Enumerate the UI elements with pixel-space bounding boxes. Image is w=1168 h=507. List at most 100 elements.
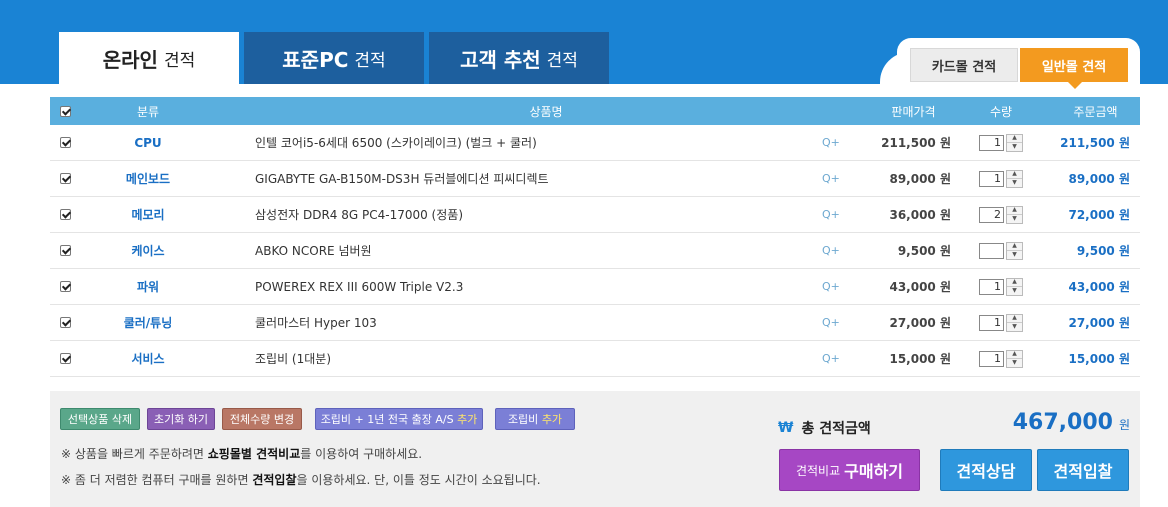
zoom-in-icon[interactable]: Q+ — [816, 136, 876, 149]
row-product-name[interactable]: GIGABYTE GA-B150M-DS3H 듀러블에디션 피씨디렉트 — [216, 170, 816, 187]
qty-up-icon[interactable]: ▲ — [1007, 243, 1022, 251]
row-total: 72,000 원 — [1068, 208, 1130, 222]
zoom-in-icon[interactable]: Q+ — [816, 316, 876, 329]
shopping-compare-link[interactable]: 쇼핑몰별 견적비교 — [208, 447, 301, 461]
qty-input[interactable] — [979, 242, 1004, 259]
qty-down-icon[interactable]: ▼ — [1007, 250, 1022, 259]
row-product-name[interactable]: 조립비 (1대분) — [216, 350, 816, 367]
estimate-bid-button[interactable]: 견적입찰 — [1037, 449, 1129, 491]
zoom-in-icon[interactable]: Q+ — [816, 280, 876, 293]
row-checkbox[interactable] — [59, 281, 71, 292]
row-category[interactable]: 파워 — [80, 278, 216, 295]
row-category[interactable]: 쿨러/튜닝 — [80, 314, 216, 331]
qty-spinner[interactable]: ▲ ▼ — [1006, 349, 1023, 368]
zoom-in-icon[interactable]: Q+ — [816, 208, 876, 221]
qty-down-icon[interactable]: ▼ — [1007, 286, 1022, 295]
total-unit: 원 — [1118, 418, 1130, 432]
tab-online-main: 온라인 — [102, 47, 158, 72]
row-product-name[interactable]: ABKO NCORE 넘버원 — [216, 242, 816, 259]
qty-down-icon[interactable]: ▼ — [1007, 358, 1022, 367]
header-product: 상품명 — [529, 104, 563, 119]
add-assembly-button[interactable]: 조립비 추가 — [495, 408, 575, 430]
tab-online-estimate[interactable]: 온라인 견적 — [59, 32, 239, 84]
select-all-checkbox[interactable] — [59, 105, 71, 117]
tab-customer-recommend-estimate[interactable]: 고객 추천 견적 — [429, 32, 609, 84]
qty-spinner[interactable]: ▲ ▼ — [1006, 313, 1023, 332]
qty-down-icon[interactable]: ▼ — [1007, 142, 1022, 151]
table-row: 파워 POWEREX REX III 600W Triple V2.3 Q+ 43,0… — [50, 269, 1140, 305]
qty-down-icon[interactable]: ▼ — [1007, 322, 1022, 331]
row-product-name[interactable]: 삼성전자 DDR4 8G PC4-17000 (정품) — [216, 206, 816, 223]
table-row: 쿨러/튜닝 쿨러마스터 Hyper 103 Q+ 27,000 원 1 ▲ ▼ 27,000 … — [50, 305, 1140, 341]
delete-selected-button[interactable]: 선택상품 삭제 — [60, 408, 140, 430]
zoom-in-icon[interactable]: Q+ — [816, 352, 876, 365]
bid-link[interactable]: 견적입찰 — [252, 473, 296, 487]
row-price: 36,000 원 — [889, 208, 951, 222]
row-checkbox[interactable] — [59, 353, 71, 364]
qty-spinner[interactable]: ▲ ▼ — [1006, 169, 1023, 188]
row-checkbox[interactable] — [59, 317, 71, 328]
row-total: 15,000 원 — [1068, 352, 1130, 366]
row-total: 89,000 원 — [1068, 172, 1130, 186]
add-assembly-as-button[interactable]: 조립비 + 1년 전국 출장 A/S 추가 — [315, 408, 483, 430]
row-category[interactable]: 메인보드 — [80, 170, 216, 187]
table-row: 메모리 삼성전자 DDR4 8G PC4-17000 (정품) Q+ 36,000 원… — [50, 197, 1140, 233]
estimate-table: 분류 상품명 판매가격 수량 주문금액 CPU 인텔 코어i5-6세대 6500 … — [50, 97, 1140, 377]
row-qty-stepper: 1 ▲ ▼ — [951, 313, 1051, 332]
zoom-in-icon[interactable]: Q+ — [816, 244, 876, 257]
row-checkbox[interactable] — [59, 173, 71, 184]
row-checkbox[interactable] — [59, 245, 71, 256]
qty-up-icon[interactable]: ▲ — [1007, 315, 1022, 323]
tab-online-sub: 견적 — [163, 50, 196, 71]
row-category[interactable]: 서비스 — [80, 350, 216, 367]
general-mall-estimate-button[interactable]: 일반몰 견적 — [1020, 48, 1128, 89]
header-price: 판매가격 — [891, 104, 936, 119]
change-all-qty-button[interactable]: 전체수량 변경 — [222, 408, 302, 430]
qty-input[interactable]: 1 — [979, 134, 1004, 151]
zoom-in-icon[interactable]: Q+ — [816, 172, 876, 185]
qty-input[interactable]: 1 — [979, 278, 1004, 295]
row-category[interactable]: 메모리 — [80, 206, 216, 223]
row-price: 211,500 원 — [881, 136, 951, 150]
row-price: 27,000 원 — [889, 316, 951, 330]
qty-up-icon[interactable]: ▲ — [1007, 279, 1022, 287]
tab-standard-pc-estimate[interactable]: 표준PC 견적 — [244, 32, 424, 84]
row-category[interactable]: 케이스 — [80, 242, 216, 259]
compare-purchase-button[interactable]: 견적비교 구매하기 — [779, 449, 920, 491]
qty-up-icon[interactable]: ▲ — [1007, 351, 1022, 359]
qty-spinner[interactable]: ▲ ▼ — [1006, 241, 1023, 260]
header-qty: 수량 — [989, 104, 1013, 119]
qty-spinner[interactable]: ▲ ▼ — [1006, 133, 1023, 152]
qty-up-icon[interactable]: ▲ — [1007, 171, 1022, 179]
qty-down-icon[interactable]: ▼ — [1007, 214, 1022, 223]
tab-customer-sub: 견적 — [546, 50, 578, 71]
card-mall-estimate-button[interactable]: 카드몰 견적 — [910, 48, 1018, 82]
row-product-name[interactable]: POWEREX REX III 600W Triple V2.3 — [216, 280, 816, 294]
row-price: 15,000 원 — [889, 352, 951, 366]
qty-up-icon[interactable]: ▲ — [1007, 135, 1022, 143]
row-total: 43,000 원 — [1068, 280, 1130, 294]
table-row: 메인보드 GIGABYTE GA-B150M-DS3H 듀러블에디션 피씨디렉트 Q… — [50, 161, 1140, 197]
header-total: 주문금액 — [1073, 104, 1118, 119]
won-icon: ₩ — [778, 420, 794, 436]
note-bid: ※ 좀 더 저렴한 컴퓨터 구매를 원하면 견적입찰을 이용하세요. 단, 이틀… — [61, 473, 541, 487]
row-checkbox[interactable] — [59, 137, 71, 148]
tab-standard-sub: 견적 — [354, 50, 386, 71]
row-category[interactable]: CPU — [80, 136, 216, 150]
total-amount: 467,000 — [1012, 410, 1113, 435]
qty-spinner[interactable]: ▲ ▼ — [1006, 205, 1023, 224]
estimate-consult-button[interactable]: 견적상담 — [940, 449, 1032, 491]
qty-input[interactable]: 1 — [979, 350, 1004, 367]
qty-input[interactable]: 1 — [979, 170, 1004, 187]
table-header: 분류 상품명 판매가격 수량 주문금액 — [50, 97, 1140, 125]
qty-input[interactable]: 1 — [979, 314, 1004, 331]
qty-spinner[interactable]: ▲ ▼ — [1006, 277, 1023, 296]
reset-button[interactable]: 초기화 하기 — [147, 408, 215, 430]
qty-input[interactable]: 2 — [979, 206, 1004, 223]
tab-customer-main: 고객 추천 — [460, 47, 541, 72]
row-checkbox[interactable] — [59, 209, 71, 220]
row-product-name[interactable]: 인텔 코어i5-6세대 6500 (스카이레이크) (벌크 + 쿨러) — [216, 134, 816, 151]
qty-down-icon[interactable]: ▼ — [1007, 178, 1022, 187]
qty-up-icon[interactable]: ▲ — [1007, 207, 1022, 215]
row-product-name[interactable]: 쿨러마스터 Hyper 103 — [216, 314, 816, 331]
